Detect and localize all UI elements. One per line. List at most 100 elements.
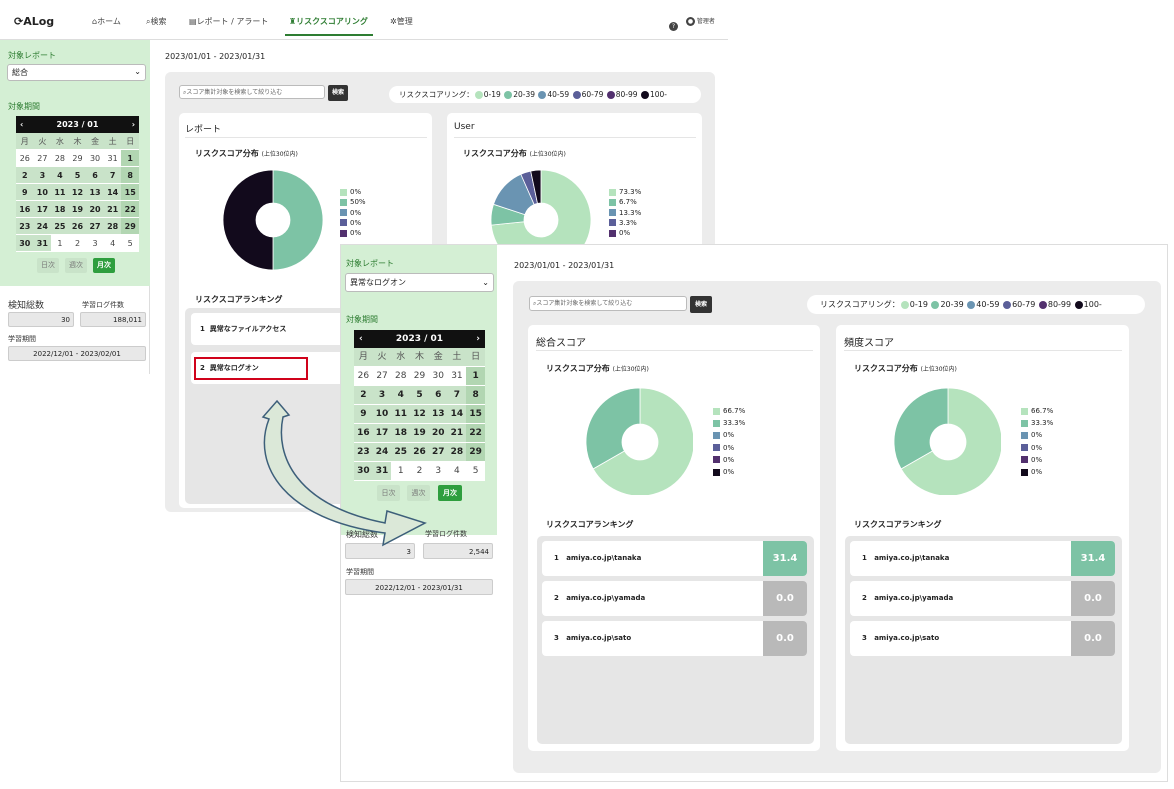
ranking-row[interactable]: 2 amiya.co.jp\yamada 0.0: [542, 581, 807, 616]
calendar-month: 2023 / 01: [395, 334, 444, 344]
risk-score-badge: 31.4: [1071, 541, 1115, 576]
calendar-day[interactable]: 15: [466, 405, 485, 424]
legend-swatch: [713, 407, 720, 415]
calendar-day[interactable]: 4: [51, 167, 69, 184]
search-input[interactable]: ⌕スコア集計対象を検索して絞り込む: [179, 85, 325, 99]
calendar-day[interactable]: 29: [466, 443, 485, 462]
next-month-icon[interactable]: ›: [132, 116, 135, 133]
calendar-day[interactable]: 24: [33, 218, 52, 235]
calendar-day[interactable]: 10: [33, 184, 52, 201]
calendar-day[interactable]: 30: [16, 235, 34, 252]
calendar-day[interactable]: 2: [68, 235, 87, 252]
calendar-day[interactable]: 30: [86, 150, 104, 167]
search-button[interactable]: 検索: [328, 85, 348, 101]
ranking-row[interactable]: 2 amiya.co.jp\yamada 0.0: [850, 581, 1115, 616]
calendar-day[interactable]: 16: [16, 201, 34, 218]
calendar-day[interactable]: 27: [372, 367, 392, 386]
calendar-day[interactable]: 7: [447, 386, 467, 405]
calendar-day[interactable]: 11: [51, 184, 69, 201]
ranking-row[interactable]: 1 amiya.co.jp\tanaka 31.4: [850, 541, 1115, 576]
calendar-day[interactable]: 26: [68, 218, 87, 235]
search-button[interactable]: 検索: [690, 296, 712, 313]
calendar-day[interactable]: 28: [447, 443, 467, 462]
nav-home[interactable]: ⌂ホーム: [92, 16, 121, 27]
calendar-day[interactable]: 31: [103, 150, 122, 167]
calendar-day[interactable]: 1: [466, 367, 485, 386]
calendar-day[interactable]: 14: [447, 405, 467, 424]
ranking-row[interactable]: 3 amiya.co.jp\sato 0.0: [850, 621, 1115, 656]
calendar-day[interactable]: 3: [86, 235, 104, 252]
calendar-day[interactable]: 1: [51, 235, 69, 252]
calendar-day[interactable]: 28: [51, 150, 69, 167]
legend-item: 0%: [1021, 466, 1053, 478]
calendar-day[interactable]: 5: [68, 167, 87, 184]
nav-risk-scoring[interactable]: ♜リスクスコアリング: [289, 16, 368, 27]
total-ranking-title: リスクスコアランキング: [546, 520, 634, 529]
calendar-day[interactable]: 22: [466, 424, 485, 443]
calendar-day[interactable]: 7: [103, 167, 122, 184]
report-select[interactable]: 総合 ⌄: [7, 64, 146, 81]
weekday-label: 土: [103, 133, 122, 150]
app-logo[interactable]: ⟳ALog: [14, 15, 54, 28]
search-input[interactable]: ⌕スコア集計対象を検索して絞り込む: [529, 296, 687, 311]
calendar-day[interactable]: 4: [103, 235, 122, 252]
calendar-day[interactable]: 6: [86, 167, 104, 184]
calendar-day[interactable]: 21: [103, 201, 122, 218]
legend-item: 13.3%: [609, 208, 641, 218]
calendar-day[interactable]: 17: [33, 201, 52, 218]
ranking-row[interactable]: 3 amiya.co.jp\sato 0.0: [542, 621, 807, 656]
calendar-day[interactable]: 26: [16, 150, 34, 167]
calendar-day[interactable]: 4: [447, 462, 467, 481]
calendar-day[interactable]: 1: [121, 150, 139, 167]
calendar-day[interactable]: 21: [447, 424, 467, 443]
daily-button[interactable]: 日次: [37, 258, 59, 273]
nav-report-alert[interactable]: ▤レポート / アラート: [189, 16, 268, 27]
calendar-day[interactable]: 29: [121, 218, 139, 235]
calendar-day[interactable]: 20: [86, 201, 104, 218]
calendar-day[interactable]: 29: [410, 367, 429, 386]
calendar-day[interactable]: 2: [16, 167, 34, 184]
refresh-logo-icon: ⟳: [14, 15, 24, 28]
calendar-day[interactable]: 5: [121, 235, 139, 252]
calendar-day[interactable]: 5: [466, 462, 485, 481]
help-icon[interactable]: ?: [669, 16, 678, 35]
legend-swatch: [340, 229, 347, 237]
next-month-icon[interactable]: ›: [476, 330, 480, 348]
prev-month-icon[interactable]: ‹: [359, 330, 363, 348]
calendar-day[interactable]: 26: [354, 367, 373, 386]
user-menu[interactable]: ● 管理者: [686, 16, 715, 26]
calendar-day[interactable]: 8: [121, 167, 139, 184]
calendar-day[interactable]: 31: [33, 235, 52, 252]
calendar-day[interactable]: 19: [68, 201, 87, 218]
calendar-day[interactable]: 28: [103, 218, 122, 235]
scale-dot: [474, 91, 483, 99]
calendar-day[interactable]: 14: [103, 184, 122, 201]
monthly-button[interactable]: 月次: [93, 258, 115, 273]
calendar-day[interactable]: 15: [121, 184, 139, 201]
calendar-day[interactable]: 27: [86, 218, 104, 235]
calendar-day[interactable]: 29: [68, 150, 87, 167]
report-select[interactable]: 異常なログオン ⌄: [345, 273, 494, 292]
calendar-day[interactable]: 27: [33, 150, 52, 167]
scale-dot: [1038, 300, 1047, 309]
calendar-day[interactable]: 8: [466, 386, 485, 405]
calendar-day[interactable]: 23: [16, 218, 34, 235]
ranking-row[interactable]: 1 amiya.co.jp\tanaka 31.4: [542, 541, 807, 576]
calendar-day[interactable]: 3: [33, 167, 52, 184]
weekly-button[interactable]: 週次: [65, 258, 87, 273]
calendar-day[interactable]: 13: [86, 184, 104, 201]
calendar-day[interactable]: 18: [51, 201, 69, 218]
calendar-day[interactable]: 25: [51, 218, 69, 235]
prev-month-icon[interactable]: ‹: [20, 116, 23, 133]
calendar-day[interactable]: 31: [447, 367, 467, 386]
monthly-button[interactable]: 月次: [438, 485, 462, 501]
calendar-day[interactable]: 22: [121, 201, 139, 218]
calendar-day[interactable]: 12: [68, 184, 87, 201]
risk-score-badge: 0.0: [1071, 621, 1115, 656]
nav-search[interactable]: ⌕検索: [146, 16, 166, 27]
calendar-day[interactable]: 9: [16, 184, 34, 201]
calendar-day[interactable]: 30: [428, 367, 448, 386]
calendar-day[interactable]: 28: [391, 367, 411, 386]
highlight-box: [194, 357, 308, 380]
nav-admin[interactable]: ✲管理: [390, 16, 413, 27]
